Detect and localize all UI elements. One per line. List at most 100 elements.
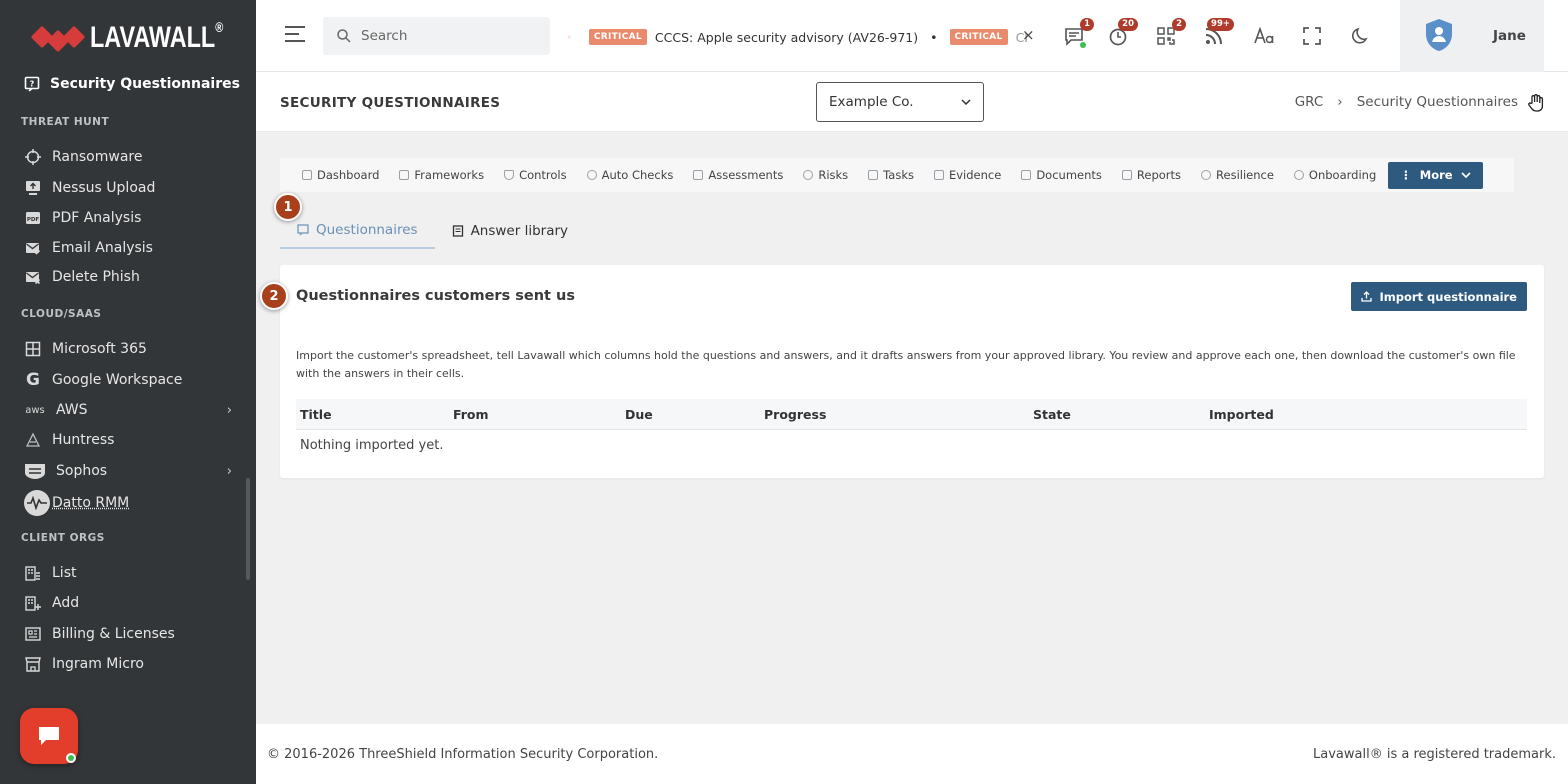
sidebar-scrollbar[interactable] xyxy=(246,478,250,580)
footer: © 2016-2026 ThreeShield Information Secu… xyxy=(256,724,1568,784)
grc-tabs: Dashboard Frameworks Controls Auto Check… xyxy=(280,158,1514,192)
critical-badge: CRITICAL xyxy=(949,29,1008,45)
sidebar-item-pdf-analysis[interactable]: PDF PDF Analysis xyxy=(24,209,240,227)
alerts-button[interactable]: 20 xyxy=(1106,18,1138,48)
upload-icon xyxy=(1361,291,1373,302)
route-icon xyxy=(1293,170,1304,180)
more-tabs-button[interactable]: ⋮ More xyxy=(1388,161,1483,189)
breadcrumb-separator: › xyxy=(1337,94,1343,110)
column-from[interactable]: From xyxy=(453,407,489,422)
page-title: SECURITY QUESTIONNAIRES xyxy=(280,95,501,111)
sidebar-item-ingram-micro[interactable]: Ingram Micro xyxy=(24,655,240,673)
book-icon xyxy=(452,224,463,237)
ticker-separator: • xyxy=(930,29,938,45)
breadcrumb-grc[interactable]: GRC xyxy=(1295,94,1324,110)
user-menu[interactable]: Jane xyxy=(1400,0,1544,72)
sidebar-item-huntress[interactable]: Huntress xyxy=(24,431,240,449)
subtab-answer-library[interactable]: Answer library xyxy=(435,212,585,249)
user-name: Jane xyxy=(1493,28,1526,44)
org-select-value: Example Co. xyxy=(829,94,914,110)
building-list-icon xyxy=(24,564,42,582)
svg-text:?: ? xyxy=(30,80,35,89)
column-progress[interactable]: Progress xyxy=(764,407,826,422)
qr-button[interactable]: 2 xyxy=(1154,18,1186,48)
chevron-down-icon xyxy=(1461,172,1471,178)
sidebar-item-microsoft-365[interactable]: Microsoft 365 xyxy=(24,340,240,358)
tab-evidence[interactable]: Evidence xyxy=(924,158,1011,192)
search-input[interactable] xyxy=(361,28,531,44)
tab-reports[interactable]: Reports xyxy=(1112,158,1191,192)
column-title[interactable]: Title xyxy=(300,407,332,422)
tab-frameworks[interactable]: Frameworks xyxy=(389,158,494,192)
ticker-item-text[interactable]: CCCS: Apple security advisory (AV26-971) xyxy=(655,30,918,45)
sidebar-item-add[interactable]: Add xyxy=(24,594,240,612)
column-imported[interactable]: Imported xyxy=(1209,407,1274,422)
brand-name: LAVAWALL® xyxy=(90,19,224,54)
robot-icon xyxy=(586,170,597,180)
column-state[interactable]: State xyxy=(1033,407,1071,422)
svg-text:PDF: PDF xyxy=(27,217,40,223)
tab-controls[interactable]: Controls xyxy=(494,158,577,192)
dashboard-icon xyxy=(302,170,312,180)
sidebar-current-label: Security Questionnaires xyxy=(50,76,240,92)
tab-dashboard[interactable]: Dashboard xyxy=(292,158,389,192)
brand-logo[interactable]: LAVAWALL® xyxy=(30,18,261,58)
ticker-close-icon[interactable]: × xyxy=(1022,26,1035,44)
lavawall-logo-icon xyxy=(30,23,88,53)
menu-toggle-icon[interactable] xyxy=(284,24,306,48)
building-add-icon xyxy=(24,594,42,612)
feeds-button[interactable]: 99+ xyxy=(1202,18,1234,48)
huntress-icon xyxy=(24,431,42,449)
tab-auto-checks[interactable]: Auto Checks xyxy=(577,158,684,192)
alert-circle-icon xyxy=(803,170,814,180)
advisory-ticker[interactable]: CRITICAL CCCS: Apple security advisory (… xyxy=(568,26,1028,48)
store-icon xyxy=(24,655,42,673)
tab-tasks[interactable]: Tasks xyxy=(858,158,924,192)
sidebar-item-datto-rmm[interactable]: Datto RMM xyxy=(24,490,240,516)
sidebar-item-list[interactable]: List xyxy=(24,564,240,582)
sidebar-item-billing-licenses[interactable]: Billing & Licenses xyxy=(24,625,240,643)
topbar: CRITICAL CCCS: Apple security advisory (… xyxy=(256,0,1568,72)
table-empty-message: Nothing imported yet. xyxy=(300,438,444,453)
search-icon xyxy=(337,29,351,43)
sidebar-item-aws[interactable]: aws AWS › xyxy=(24,401,240,419)
tab-assessments[interactable]: Assessments xyxy=(683,158,793,192)
section-client-orgs: CLIENT ORGS xyxy=(21,532,105,544)
sidebar-item-email-analysis[interactable]: Email Analysis xyxy=(24,239,240,257)
import-questionnaire-button[interactable]: Import questionnaire xyxy=(1351,282,1527,311)
subtab-questionnaires[interactable]: Questionnaires xyxy=(280,212,435,249)
critical-badge: CRITICAL xyxy=(588,29,647,45)
sidebar-item-google-workspace[interactable]: G Google Workspace xyxy=(24,370,240,390)
chat-bubble-icon xyxy=(39,727,59,745)
font-size-icon[interactable] xyxy=(1252,24,1276,48)
tab-onboarding[interactable]: Onboarding xyxy=(1284,158,1386,192)
sidebar-item-ransomware[interactable]: Ransomware xyxy=(24,148,240,166)
messages-button[interactable]: 1 xyxy=(1062,18,1094,48)
online-status-dot xyxy=(66,753,76,763)
messages-count: 1 xyxy=(1080,18,1094,31)
sidebar: LAVAWALL® ? Security Questionnaires THRE… xyxy=(0,0,256,784)
footer-trademark: Lavawall® is a registered trademark. xyxy=(1313,747,1556,762)
dark-mode-icon[interactable] xyxy=(1349,24,1373,48)
tab-risks[interactable]: Risks xyxy=(793,158,858,192)
hand-pointer-icon xyxy=(1528,94,1544,112)
section-threat-hunt: THREAT HUNT xyxy=(21,116,110,128)
sidebar-item-sophos[interactable]: Sophos › xyxy=(24,462,240,480)
email-check-icon xyxy=(24,239,42,257)
tab-documents[interactable]: Documents xyxy=(1011,158,1112,192)
shield-check-icon xyxy=(504,170,515,180)
chevron-down-icon xyxy=(961,99,971,105)
questionnaire-icon: ? xyxy=(24,76,40,92)
search-box[interactable] xyxy=(323,17,550,55)
footer-copyright: © 2016-2026 ThreeShield Information Secu… xyxy=(267,747,659,762)
rss-icon xyxy=(568,35,571,39)
tab-resilience[interactable]: Resilience xyxy=(1191,158,1284,192)
column-due[interactable]: Due xyxy=(625,407,653,422)
sidebar-item-delete-phish[interactable]: Delete Phish xyxy=(24,268,240,286)
sidebar-current-page[interactable]: ? Security Questionnaires xyxy=(24,76,240,92)
fullscreen-icon[interactable] xyxy=(1300,24,1324,48)
feeds-count: 99+ xyxy=(1207,18,1234,31)
email-delete-icon xyxy=(24,268,42,286)
org-select[interactable]: Example Co. xyxy=(816,82,984,122)
sidebar-item-nessus-upload[interactable]: Nessus Upload xyxy=(24,179,240,197)
